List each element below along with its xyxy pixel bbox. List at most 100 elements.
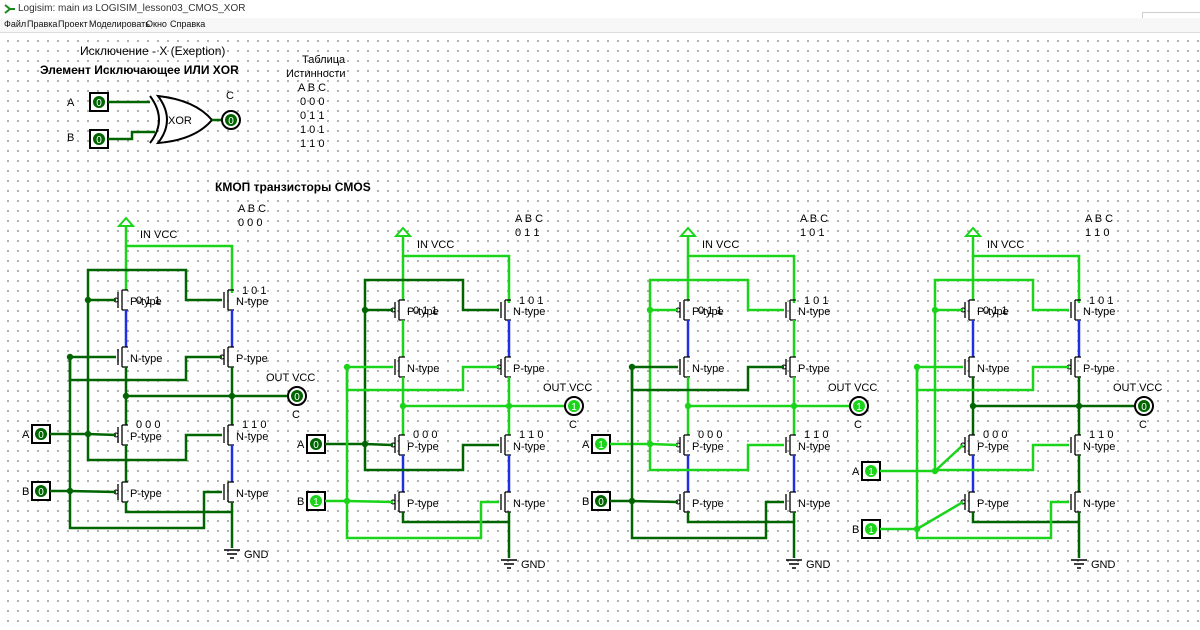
input-a-pin[interactable]: 1 — [591, 434, 611, 454]
gnd-label: GND — [521, 559, 546, 571]
xor-a-label: A — [67, 97, 75, 109]
n-type-transistor[interactable]: N-type — [679, 356, 724, 378]
gnd-label: GND — [806, 559, 831, 571]
circuit-canvas[interactable]: Исключение - X (Exeption) Элемент Исключ… — [0, 33, 1200, 630]
wire-junction — [361, 440, 369, 448]
truth-table-row: 1 1 0 — [300, 138, 324, 150]
p-type-transistor[interactable]: P-type — [675, 491, 724, 513]
transistor-state-label: 0 0 0 — [698, 429, 722, 441]
transistor-state-label: 0 0 0 — [983, 429, 1007, 441]
transistor-state-label: 1 0 1 — [1089, 295, 1113, 307]
input-b-label: B — [582, 496, 589, 508]
output-c-value: 0 — [1141, 402, 1147, 413]
n-type-label: N-type — [1083, 306, 1115, 318]
n-type-label: N-type — [977, 363, 1009, 375]
wire — [971, 377, 1135, 408]
window-title: Logisim: main из LOGISIM_lesson03_CMOS_X… — [18, 3, 246, 14]
n-type-transistor[interactable]: N-type — [785, 491, 830, 513]
input-b-label: B — [297, 496, 304, 508]
wire-junction — [646, 440, 654, 448]
wire-junction — [931, 467, 939, 475]
xor-b-label: B — [67, 132, 74, 144]
output-c-label: C — [292, 409, 300, 421]
cmos-title: КМОП транзисторы CMOS — [215, 180, 371, 194]
wire-junction — [66, 487, 74, 495]
state-value-label: 1 0 1 — [800, 227, 824, 239]
ground-icon — [1071, 559, 1087, 569]
input-a-pin-value: 1 — [868, 467, 874, 478]
menu-file[interactable]: Файл — [4, 19, 26, 29]
menu-simulate[interactable]: Моделировать — [89, 19, 150, 29]
p-type-transistor[interactable]: P-type — [781, 356, 830, 378]
n-type-transistor[interactable]: N-type — [964, 356, 1009, 378]
p-type-label: P-type — [798, 363, 830, 375]
menu-project[interactable]: Проект — [58, 19, 88, 29]
input-a-pin[interactable]: 0 — [31, 424, 51, 444]
p-type-transistor[interactable]: P-type — [960, 491, 1009, 513]
n-type-transistor[interactable]: N-type — [500, 491, 545, 513]
state-header-label: A B C — [238, 203, 266, 215]
p-type-transistor[interactable]: P-type — [1066, 356, 1115, 378]
wire — [325, 278, 499, 446]
logisim-app-icon — [4, 4, 15, 14]
p-type-transistor[interactable]: P-type — [219, 346, 268, 368]
transistor-state-label: 1 1 0 — [804, 429, 828, 441]
p-type-label: P-type — [513, 363, 545, 375]
wire-junction — [628, 363, 636, 371]
wire-junction — [343, 497, 351, 505]
input-b-pin[interactable]: 0 — [31, 481, 51, 501]
p-type-label: P-type — [977, 498, 1009, 510]
n-type-label: N-type — [798, 441, 830, 453]
input-a-pin[interactable]: 1 — [861, 461, 881, 481]
n-type-transistor[interactable]: N-type — [117, 346, 162, 368]
xor-a-value: 0 — [96, 98, 102, 109]
input-b-pin[interactable]: 0 — [591, 491, 611, 511]
input-a-label: A — [852, 466, 860, 478]
input-a-pin-value: 1 — [598, 440, 604, 451]
menu-window[interactable]: Окно — [146, 19, 167, 29]
xor-gate[interactable]: XOR — [149, 94, 214, 145]
wire — [934, 444, 964, 472]
ground-icon — [786, 559, 802, 569]
n-type-transistor[interactable]: N-type — [394, 356, 439, 378]
p-type-transistor[interactable]: P-type — [113, 481, 162, 503]
menu-bar: Файл Правка Проект Моделировать Окно Спр… — [0, 18, 1200, 33]
input-a-pin-value: 0 — [38, 430, 44, 441]
truth-table-row: 0 0 0 — [300, 96, 324, 108]
p-type-label: P-type — [130, 488, 162, 500]
menu-edit[interactable]: Правка — [27, 19, 57, 29]
wire — [916, 500, 964, 531]
input-a-pin[interactable]: 0 — [306, 434, 326, 454]
p-type-label: P-type — [692, 498, 724, 510]
input-b-pin[interactable]: 1 — [306, 491, 326, 511]
input-a-label: A — [297, 439, 305, 451]
wire-junction — [931, 306, 939, 314]
cmos-xor-circuit: A B C0 0 0IN VCCP-type0 1 1N-typeN-type1… — [22, 203, 315, 561]
gnd-label: GND — [244, 549, 269, 561]
wire-junction — [913, 363, 921, 371]
transistor-state-label: 1 1 0 — [519, 429, 543, 441]
input-b-label: B — [852, 524, 859, 536]
truth-table-header: A B C — [298, 82, 326, 94]
input-b-pin[interactable]: 1 — [861, 519, 881, 539]
n-type-label: N-type — [513, 441, 545, 453]
state-value-label: 0 0 0 — [238, 217, 262, 229]
wire — [649, 442, 679, 447]
cmos-xor-circuit: A B C1 1 0IN VCCP-type0 1 1N-typeN-type1… — [852, 213, 1162, 571]
wire — [364, 442, 394, 447]
wire — [631, 499, 679, 504]
p-type-label: P-type — [977, 441, 1009, 453]
n-type-transistor[interactable]: N-type — [223, 481, 268, 503]
transistor-state-label: 1 0 1 — [242, 285, 266, 297]
menu-help[interactable]: Справка — [170, 19, 205, 29]
input-b-pin-value: 0 — [598, 497, 604, 508]
p-type-transistor[interactable]: P-type — [390, 491, 439, 513]
wire-junction — [66, 353, 74, 361]
n-type-label: N-type — [798, 306, 830, 318]
vcc-label: IN VCC — [140, 229, 177, 241]
xor-input-b-pin[interactable]: 0 — [89, 129, 109, 149]
wire — [124, 367, 288, 398]
xor-input-a-pin[interactable]: 0 — [89, 92, 109, 112]
p-type-transistor[interactable]: P-type — [496, 356, 545, 378]
n-type-transistor[interactable]: N-type — [1070, 491, 1115, 513]
